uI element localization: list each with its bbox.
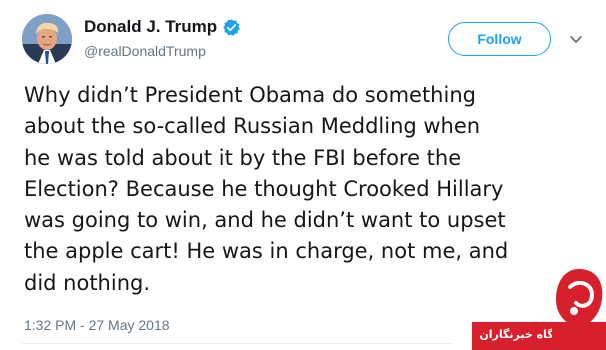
divider [22, 343, 452, 344]
tweet-text-line: the apple cart! He was in charge, not me… [24, 239, 509, 264]
tweet-text-line: about the so-called Russian Meddling whe… [24, 114, 481, 139]
tweet-text-line: Election? Because he thought Crooked Hil… [24, 176, 504, 201]
watermark: باشگاه خبرنگاران [472, 265, 606, 350]
tweet-text-line: he was told about it by the FBI before t… [24, 145, 462, 170]
tweet-text-line: was going to win, and he didn’t want to … [24, 208, 506, 233]
author-handle[interactable]: @realDonaldTrump [84, 42, 206, 60]
author-display-name[interactable]: Donald J. Trump [84, 16, 217, 38]
avatar[interactable] [22, 14, 72, 64]
tweet-timestamp[interactable]: 1:32 PM - 27 May 2018 [24, 316, 170, 334]
watermark-logo-icon [552, 269, 606, 350]
avatar-photo-icon [22, 14, 72, 64]
verified-badge-icon [223, 18, 240, 36]
author-name-row[interactable]: Donald J. Trump [84, 16, 241, 38]
chevron-down-icon[interactable] [569, 32, 583, 46]
tweet-text-line: Why didn’t President Obama do something [24, 83, 476, 107]
tweet-card: Donald J. Trump @realDonaldTrump Follow … [0, 0, 606, 350]
follow-button[interactable]: Follow [448, 22, 551, 56]
